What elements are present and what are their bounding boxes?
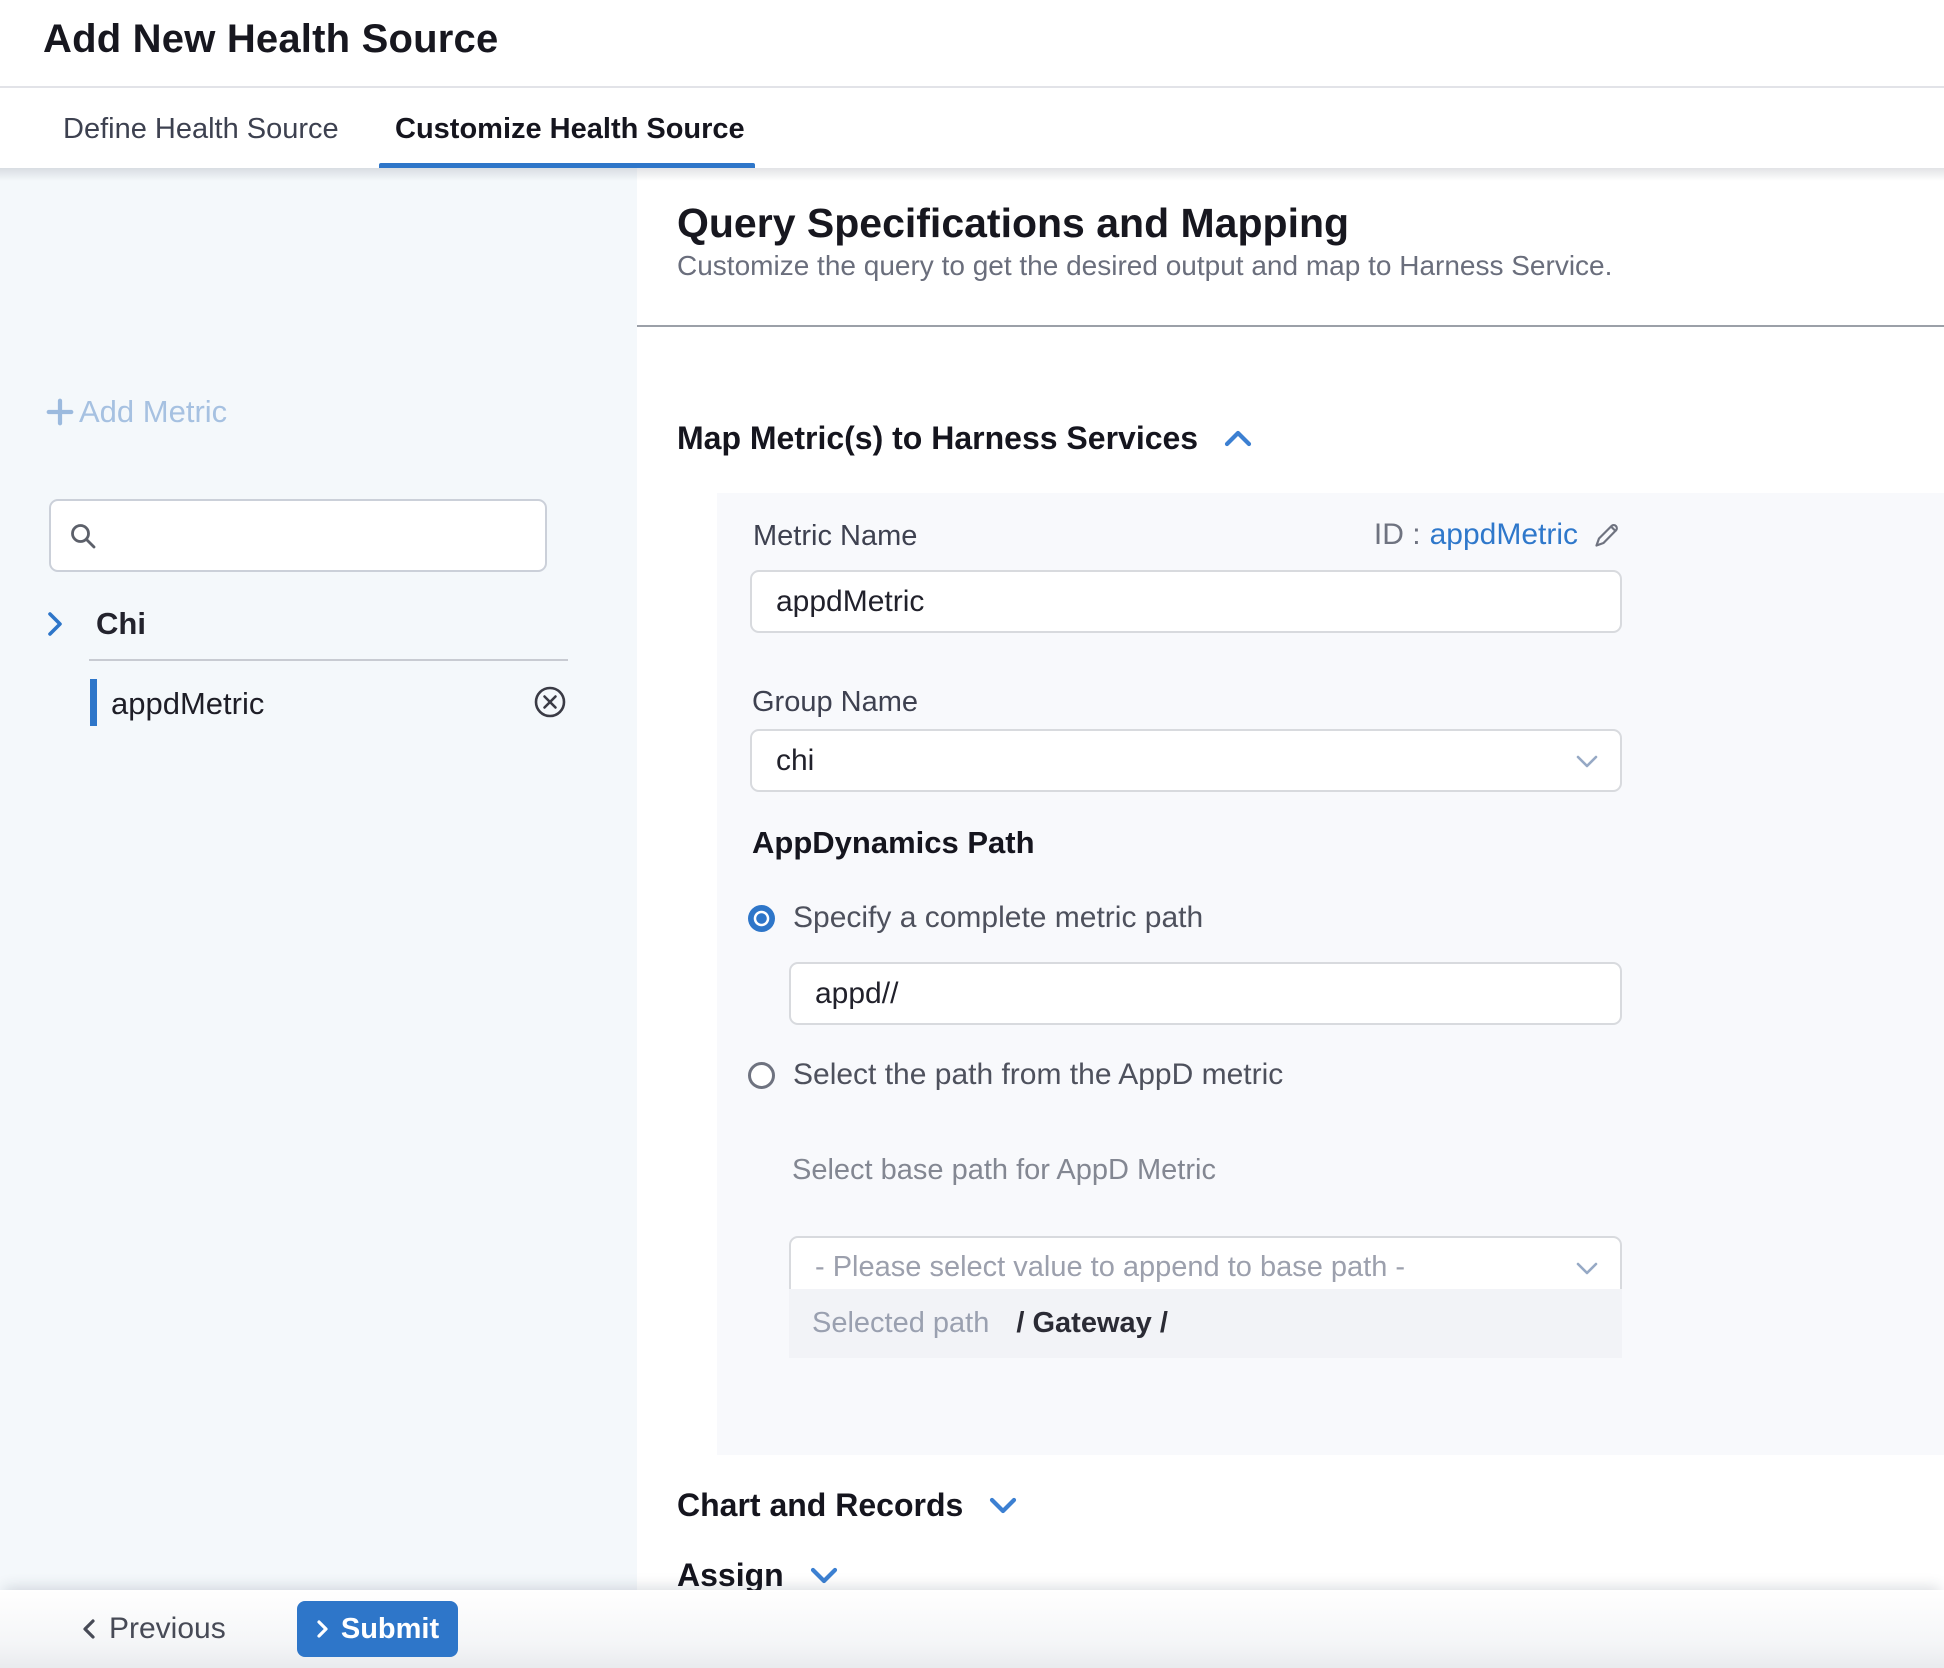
edit-pencil-icon[interactable] — [1592, 520, 1622, 550]
chevron-down-icon[interactable] — [810, 1566, 838, 1585]
add-metric-label: Add Metric — [79, 394, 227, 430]
assign-section-header[interactable]: Assign — [677, 1557, 838, 1594]
add-metric-button[interactable]: Add Metric — [45, 394, 227, 430]
tab-customize-health-source[interactable]: Customize Health Source — [395, 88, 745, 170]
complete-metric-path-input[interactable] — [789, 962, 1622, 1025]
search-input[interactable] — [110, 506, 545, 566]
group-name-label: Group Name — [752, 686, 918, 719]
selected-path-label: Selected path — [812, 1307, 989, 1340]
tab-define-label: Define Health Source — [63, 113, 339, 146]
add-health-source-dialog: Add New Health Source Define Health Sour… — [0, 0, 1944, 1668]
metric-list-item[interactable]: appdMetric — [90, 674, 568, 732]
metric-group-chi[interactable]: Chi — [46, 606, 146, 642]
metric-search — [49, 499, 547, 572]
dialog-title: Add New Health Source — [43, 17, 498, 62]
group-name: Chi — [96, 606, 146, 642]
previous-button-label: Previous — [109, 1612, 226, 1646]
map-metrics-section-header[interactable]: Map Metric(s) to Harness Services — [677, 420, 1252, 457]
id-value-link[interactable]: appdMetric — [1430, 518, 1578, 552]
tab-customize-label: Customize Health Source — [395, 113, 745, 146]
selected-indicator — [90, 679, 97, 726]
metric-name-input[interactable] — [750, 570, 1622, 633]
submit-button-label: Submit — [341, 1613, 439, 1646]
submit-button[interactable]: Submit — [297, 1601, 458, 1657]
group-name-value: chi — [776, 744, 814, 778]
id-prefix-label: ID : — [1374, 518, 1421, 552]
base-path-placeholder: - Please select value to append to base … — [815, 1251, 1405, 1284]
chevron-down-icon — [1576, 755, 1598, 769]
assign-title: Assign — [677, 1557, 784, 1594]
group-name-select[interactable]: chi — [750, 729, 1622, 792]
tab-define-health-source[interactable]: Define Health Source — [63, 88, 339, 170]
appdynamics-path-heading: AppDynamics Path — [752, 825, 1035, 861]
metric-id-row: ID : appdMetric — [1374, 518, 1622, 552]
previous-button[interactable]: Previous — [82, 1590, 226, 1668]
radio-select-appd-path[interactable]: Select the path from the AppD metric — [748, 1058, 1283, 1092]
chevron-down-icon — [1576, 1262, 1598, 1276]
group-divider — [89, 659, 568, 661]
delete-metric-icon[interactable] — [532, 684, 568, 720]
chevron-left-icon — [82, 1618, 96, 1640]
radio-complete-metric-path[interactable]: Specify a complete metric path — [748, 901, 1203, 935]
dialog-footer: Previous Submit — [0, 1590, 1944, 1668]
dialog-header: Add New Health Source — [0, 0, 1944, 86]
metric-sidebar: Add Metric Chi appdMetric — [0, 168, 637, 1668]
chevron-up-icon[interactable] — [1224, 429, 1252, 448]
chart-and-records-section-header[interactable]: Chart and Records — [677, 1487, 1017, 1524]
radio-complete-path-label: Specify a complete metric path — [793, 901, 1203, 935]
radio-selected-icon[interactable] — [748, 905, 775, 932]
chart-and-records-title: Chart and Records — [677, 1487, 963, 1524]
map-metrics-section-title: Map Metric(s) to Harness Services — [677, 420, 1198, 457]
search-icon — [68, 521, 98, 551]
chevron-down-icon[interactable] — [989, 1496, 1017, 1515]
section-divider — [637, 325, 1944, 327]
selected-path-value: / Gateway / — [1016, 1307, 1168, 1340]
chevron-right-icon — [46, 610, 64, 638]
metric-name-label: Metric Name — [753, 520, 917, 553]
page-title: Query Specifications and Mapping — [677, 200, 1349, 247]
plus-icon — [45, 397, 75, 427]
page-subtitle: Customize the query to get the desired o… — [677, 250, 1612, 282]
metric-item-label: appdMetric — [111, 686, 264, 722]
radio-unselected-icon[interactable] — [748, 1062, 775, 1089]
tab-bar: Define Health Source Customize Health So… — [0, 86, 1944, 168]
selected-path-row: Selected path / Gateway / — [789, 1289, 1622, 1358]
base-path-label: Select base path for AppD Metric — [792, 1154, 1216, 1187]
radio-select-path-label: Select the path from the AppD metric — [793, 1058, 1283, 1092]
chevron-right-icon — [316, 1619, 329, 1639]
